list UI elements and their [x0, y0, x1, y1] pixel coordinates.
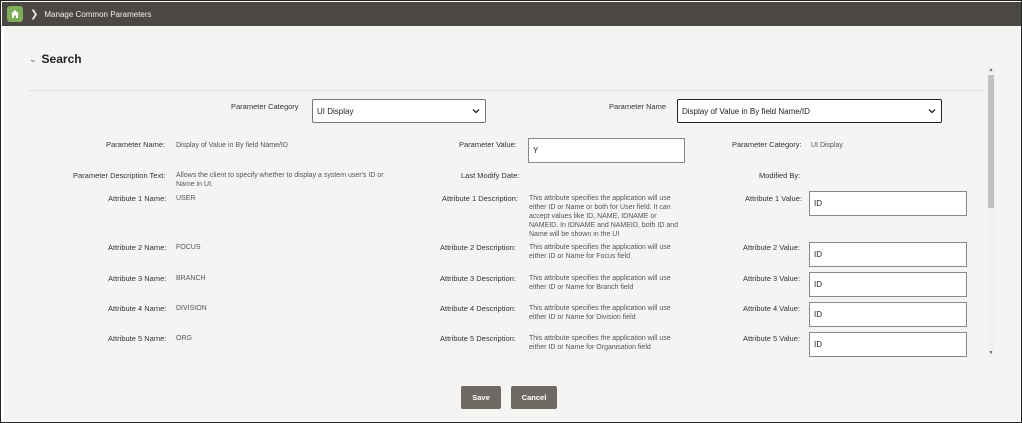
attribute-value-input[interactable]: ID [809, 191, 967, 216]
top-bar: ❯ Manage Common Parameters [2, 2, 1021, 26]
chevron-down-icon [928, 107, 936, 117]
param-name-value: Display of Value in By field Name/ID [176, 142, 288, 149]
attribute-description-value: This attribute specifies the application… [529, 275, 671, 291]
attribute-value-input[interactable]: ID [809, 242, 967, 267]
attribute-name-label: Attribute 4 Name: [108, 304, 167, 313]
attribute-name-value: USER [176, 195, 196, 202]
scroll-down-icon[interactable]: ▼ [988, 350, 994, 356]
chevron-down-icon[interactable]: ⌄ [29, 54, 37, 65]
section-title: Search [41, 52, 82, 66]
scrollbar-thumb[interactable] [988, 75, 994, 208]
description-label: Parameter Description Text: [73, 171, 166, 180]
attribute-value-label: Attribute 4 Value: [743, 304, 800, 313]
attribute-name-label: Attribute 5 Name: [108, 334, 167, 343]
attribute-description-value: This attribute specifies the application… [529, 305, 671, 321]
attribute-description-label: Attribute 4 Description: [440, 304, 516, 313]
parameter-category-label: Parameter Category [231, 102, 299, 111]
attribute-description-value: This attribute specifies the application… [529, 244, 671, 260]
modified-by-label: Modified By: [759, 171, 801, 180]
attribute-description-value: This attribute specifies the application… [529, 335, 671, 351]
scroll-up-icon[interactable]: ▲ [988, 67, 994, 73]
attribute-value-label: Attribute 1 Value: [745, 194, 802, 203]
attribute-description-label: Attribute 1 Description: [442, 194, 518, 203]
cancel-button[interactable]: Cancel [511, 386, 557, 409]
attribute-description-label: Attribute 2 Description: [440, 243, 516, 252]
attribute-name-label: Attribute 3 Name: [108, 274, 167, 283]
attribute-name-value: FOCUS [176, 244, 201, 251]
divider [29, 90, 984, 91]
attribute-description-label: Attribute 5 Description: [440, 334, 516, 343]
attribute-value-input[interactable]: ID [809, 302, 967, 327]
attribute-value-input[interactable]: ID [809, 332, 967, 357]
param-category-label: Parameter Category: [732, 140, 802, 149]
param-category-value: UI Display [811, 142, 843, 149]
home-icon[interactable] [7, 6, 23, 22]
save-button[interactable]: Save [461, 386, 501, 409]
attribute-value-label: Attribute 3 Value: [743, 274, 800, 283]
app-window: ❯ Manage Common Parameters ⌄ Search Para… [0, 0, 1022, 423]
last-modify-label: Last Modify Date: [461, 171, 520, 180]
attribute-name-value: BRANCH [176, 275, 206, 282]
attribute-description-value: This attribute specifies the application… [529, 195, 678, 238]
param-name-label: Parameter Name: [106, 140, 166, 149]
vertical-scrollbar[interactable]: ▲ ▼ [987, 67, 995, 356]
attribute-name-label: Attribute 1 Name: [108, 194, 167, 203]
breadcrumb[interactable]: Manage Common Parameters [44, 10, 151, 19]
chevron-down-icon [472, 107, 480, 117]
parameter-category-select[interactable]: UI Display [312, 99, 486, 123]
parameter-name-value: Display of Value in By field Name/ID [682, 106, 810, 116]
parameter-name-label: Parameter Name [609, 102, 667, 111]
attribute-name-value: ORG [176, 335, 192, 342]
attribute-value-label: Attribute 2 Value: [743, 243, 800, 252]
param-value-input[interactable]: Y [528, 138, 685, 163]
attribute-name-label: Attribute 2 Name: [108, 243, 167, 252]
attribute-description-label: Attribute 3 Description: [440, 274, 516, 283]
main-content [4, 26, 1020, 421]
param-value-label: Parameter Value: [459, 140, 517, 149]
chevron-right-icon: ❯ [30, 8, 39, 20]
description-value: Allows the client to specify whether to … [176, 172, 384, 188]
attribute-value-label: Attribute 5 Value: [743, 334, 800, 343]
attribute-value-input[interactable]: ID [809, 272, 967, 297]
attribute-name-value: DIVISION [176, 305, 207, 312]
search-section-header[interactable]: ⌄ Search [29, 52, 82, 66]
parameter-name-select[interactable]: Display of Value in By field Name/ID [677, 99, 942, 123]
parameter-category-value: UI Display [317, 106, 354, 116]
